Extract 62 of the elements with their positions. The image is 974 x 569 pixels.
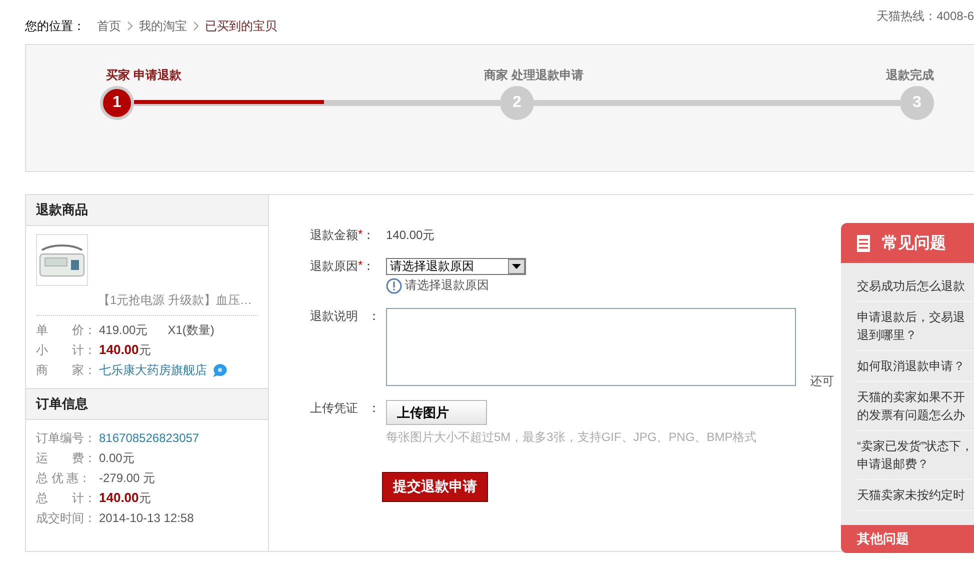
field-value: 0.00元 (99, 450, 134, 466)
panel-header: 订单信息 (26, 389, 268, 420)
field-label: 退款说明 (310, 308, 358, 325)
breadcrumb-link[interactable]: 首页 (97, 18, 121, 34)
faq-link[interactable]: 如何取消退款申请？ (857, 351, 974, 382)
faq-title: 常见问题 (882, 232, 946, 254)
counter-text: 还可 (810, 373, 834, 390)
reason-dropdown[interactable]: 请选择退款原因 (386, 258, 526, 275)
field-label: 退款原因 (310, 258, 358, 275)
hotline-text: 天猫热线：4008-6 (876, 8, 974, 25)
faq-link[interactable]: 申请退款后，交易退 退到哪里？ (857, 302, 974, 351)
chevron-icon (127, 21, 133, 31)
colon-text: ： (368, 308, 380, 325)
chevron-icon (193, 21, 199, 31)
chat-bubble-icon (212, 362, 229, 378)
step-title: 退款完成 (886, 67, 934, 84)
document-icon (857, 234, 870, 252)
field-label: 单 价： (36, 322, 97, 338)
field-label: 成交时间： (36, 510, 97, 526)
more-questions-link[interactable]: 其他问题 (841, 525, 974, 553)
field-value: 2014-10-13 12:58 (99, 511, 194, 525)
field-value: 419.00元 (99, 322, 148, 338)
warning-icon (386, 278, 402, 294)
price-text: 140.00元 (99, 342, 151, 358)
step-title: 商家 处理退款申请 (484, 67, 584, 84)
product-thumbnail (36, 234, 88, 286)
description-field[interactable] (386, 308, 796, 386)
field-label: 运 费： (36, 450, 97, 466)
required-mark: * (358, 258, 363, 274)
field-label: 订单编号： (36, 430, 97, 446)
product-name[interactable]: 【1元抢电源 升级款】血压… (36, 292, 258, 316)
faq-link[interactable]: 天猫的卖家如果不开 的发票有问题怎么办 (857, 382, 974, 431)
price-text: 140.00元 (99, 490, 151, 506)
hint-text: 请选择退款原因 (405, 277, 489, 294)
caret-icon (508, 259, 525, 274)
field-label: 退款金额 (310, 227, 358, 244)
store-link[interactable]: 816708526823057 (99, 431, 200, 445)
breadcrumb-link[interactable]: 已买到的宝贝 (205, 18, 277, 34)
step-title: 买家 申请退款 (106, 67, 182, 84)
faq-link[interactable]: 交易成功后怎么退款 (857, 271, 974, 302)
field-label: 总 优 惠： (36, 470, 92, 486)
refund-amount: 140.00元 (386, 227, 435, 244)
breadcrumb-label: 您的位置： (25, 18, 85, 34)
faq-link[interactable]: “卖家已发货”状态下， 申请退邮费？ (857, 431, 974, 480)
quantity-text: X1(数量) (168, 322, 214, 338)
step-number: 1 (100, 86, 134, 120)
required-mark: * (358, 227, 363, 243)
colon-text: ： (368, 400, 380, 417)
field-label: 上传凭证 (310, 400, 358, 417)
faq-link[interactable]: 天猫卖家未按约定时 (857, 480, 974, 511)
field-label: 商 家： (36, 362, 97, 378)
upload-button[interactable]: 上传图片 (386, 400, 487, 425)
panel-header: 退款商品 (26, 195, 268, 226)
breadcrumb-link[interactable]: 我的淘宝 (139, 18, 187, 34)
colon-text: ： (362, 227, 375, 244)
field-label: 总 计： (36, 490, 97, 506)
field-label: 小 计： (36, 342, 97, 358)
colon-text: ： (362, 258, 375, 275)
submit-button[interactable]: 提交退款申请 (382, 472, 488, 502)
store-link[interactable]: 七乐康大药房旗舰店 (99, 362, 207, 378)
upload-note: 每张图片大小不超过5M，最多3张，支持GIF、JPG、PNG、BMP格式 (386, 429, 757, 446)
field-value: -279.00 元 (99, 470, 156, 486)
